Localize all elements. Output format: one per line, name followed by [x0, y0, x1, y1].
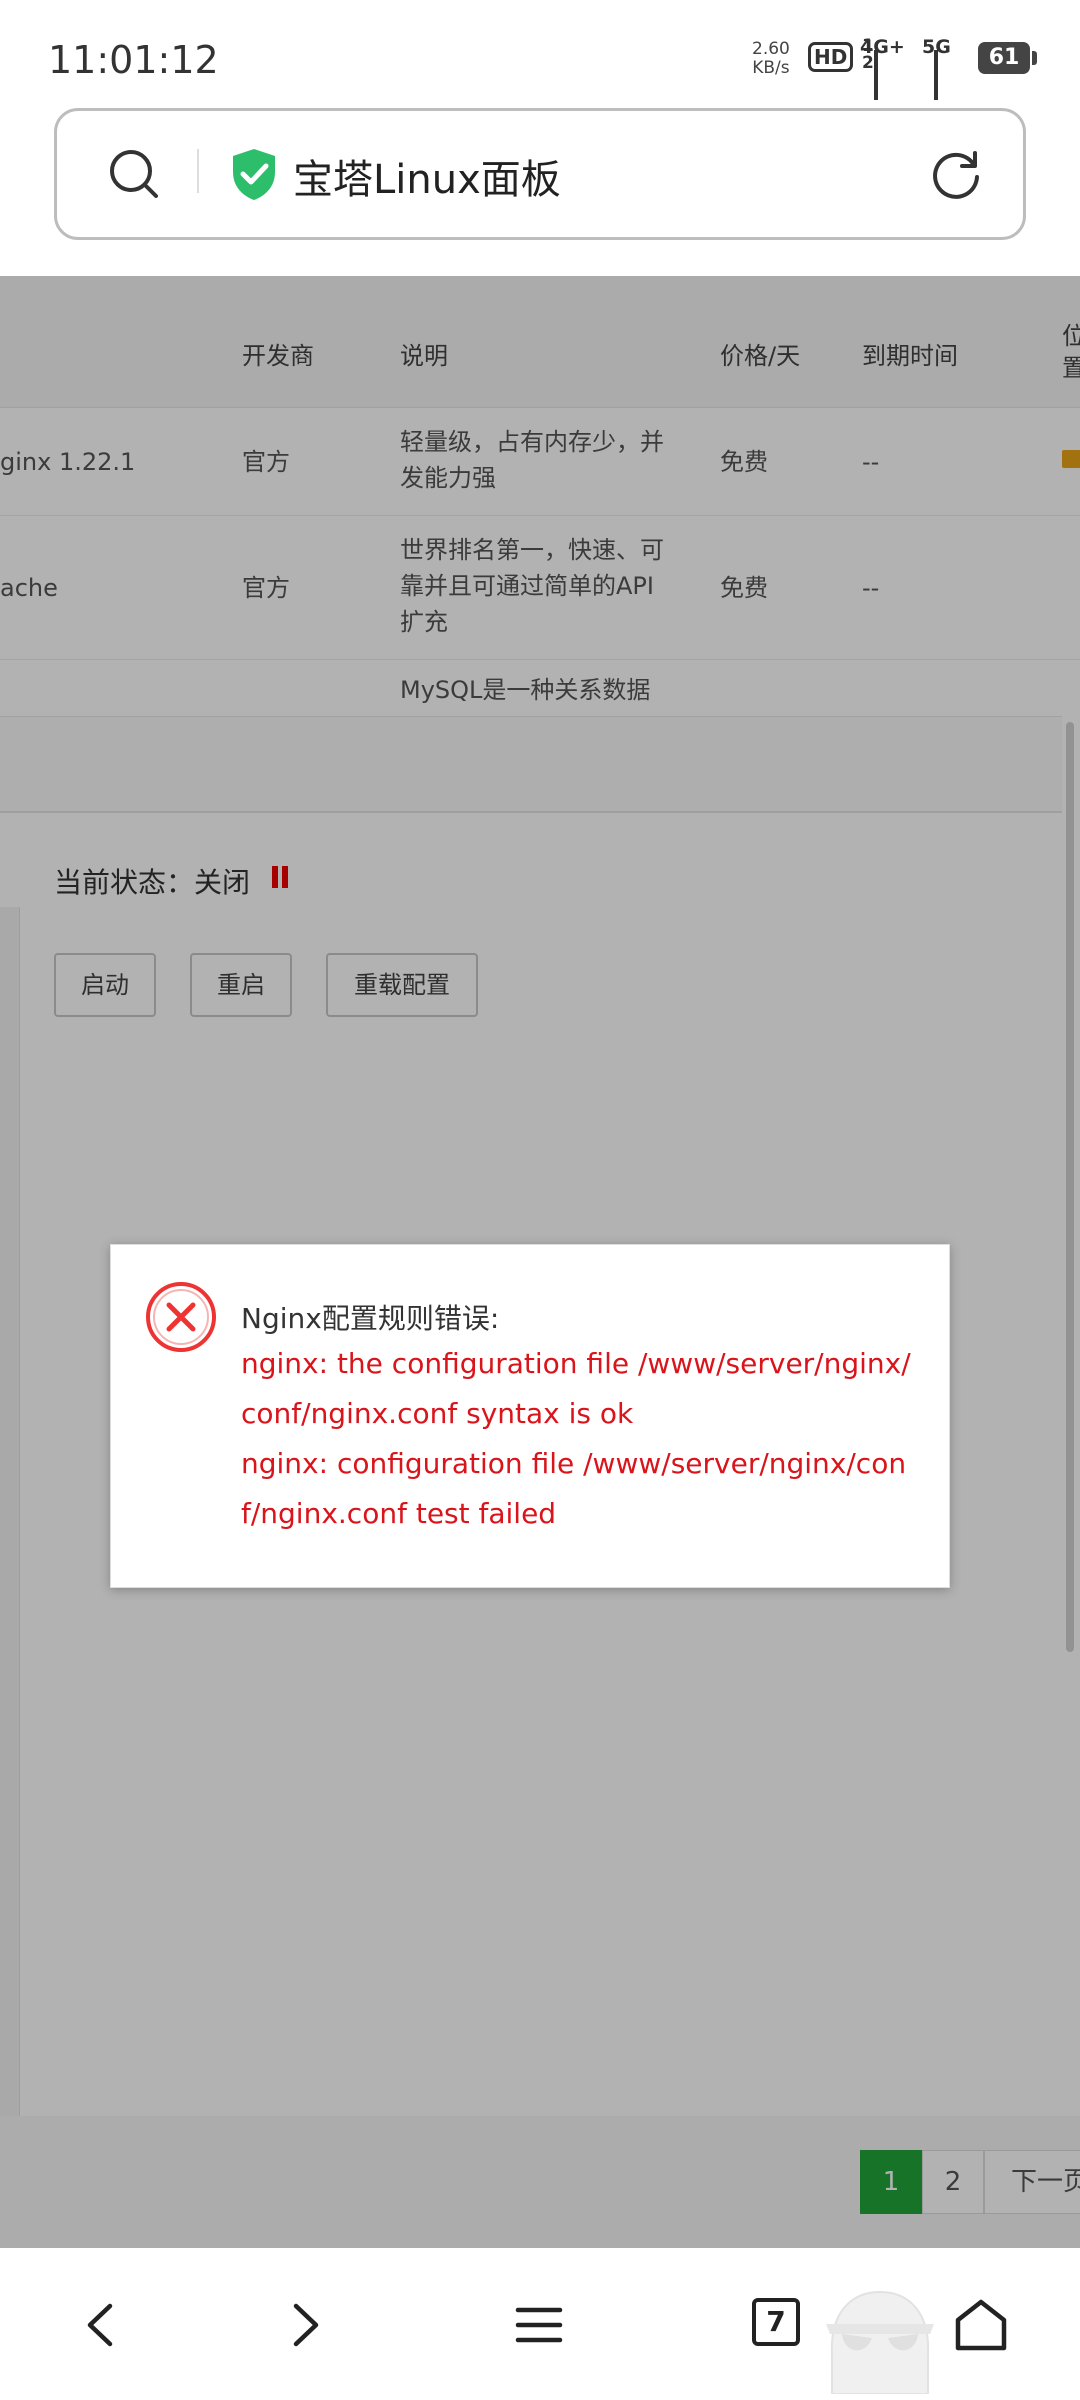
- tabs-count-button[interactable]: 7: [752, 2298, 800, 2346]
- address-bar[interactable]: 宝塔Linux面板: [54, 108, 1026, 240]
- signal-bars-1: [872, 50, 878, 100]
- secure-shield-icon: [233, 149, 275, 200]
- error-message-line: nginx: configuration file /www/server/ng…: [241, 1447, 907, 1480]
- network-speed-value: 2.60: [752, 39, 790, 59]
- battery-icon: 61: [978, 42, 1037, 74]
- address-divider: [197, 149, 199, 193]
- network-speed-unit: KB/s: [752, 58, 790, 78]
- signal-bars-2: [932, 50, 938, 100]
- error-icon: [146, 1282, 216, 1352]
- scrollbar[interactable]: [1066, 722, 1074, 1652]
- error-message-line: conf/nginx.conf syntax is ok: [241, 1397, 634, 1430]
- signal-4g-label: 4G+: [860, 36, 905, 58]
- hd-voice-icon: HD: [808, 42, 854, 72]
- back-icon[interactable]: [68, 2290, 138, 2360]
- page-title[interactable]: 宝塔Linux面板: [293, 147, 561, 205]
- home-icon[interactable]: [946, 2290, 1016, 2360]
- error-title: Nginx配置规则错误:: [241, 1302, 500, 1335]
- menu-icon[interactable]: [504, 2290, 574, 2360]
- hd-label: HD: [814, 45, 848, 69]
- forward-icon[interactable]: [268, 2290, 338, 2360]
- battery-level: 61: [988, 45, 1020, 70]
- network-speed: 2.60 KB/s: [752, 40, 790, 78]
- browser-navbar: 7: [0, 2248, 1080, 2400]
- mascot-icon: [826, 2290, 934, 2394]
- refresh-icon[interactable]: [929, 147, 983, 201]
- error-dialog: Nginx配置规则错误: nginx: the configuration fi…: [110, 1244, 950, 1588]
- status-bar: 11:01:12 2.60 KB/s HD 1 2 4G+ 5G 61: [0, 0, 1080, 108]
- error-message-line: f/nginx.conf test failed: [241, 1497, 557, 1530]
- error-message-line: nginx: the configuration file /www/serve…: [241, 1347, 911, 1380]
- search-icon[interactable]: [107, 147, 159, 199]
- clock: 11:01:12: [48, 38, 219, 82]
